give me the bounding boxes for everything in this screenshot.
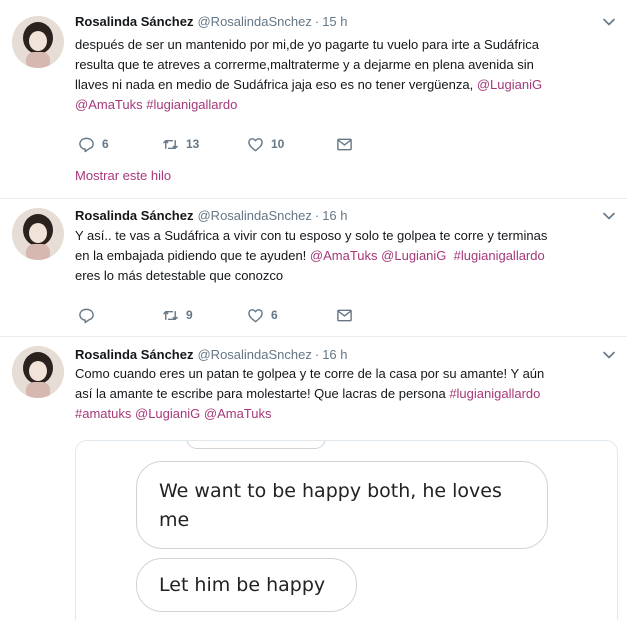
like-button[interactable]: 6 [247, 305, 278, 325]
show-thread-link[interactable]: Mostrar este hilo [75, 166, 171, 186]
tweet-text-segment: en la embajada pidiendo que te ayuden! [75, 248, 310, 263]
retweet-icon [163, 139, 178, 149]
separator: · [314, 208, 320, 223]
tweet-text-segment: después de ser un mantenido por mi,de yo… [75, 37, 539, 52]
more-options-button[interactable] [602, 15, 616, 29]
envelope-icon [337, 138, 352, 150]
reply-icon [79, 137, 94, 152]
timestamp[interactable]: 16 h [322, 347, 347, 362]
hashtag-link[interactable]: #lugianigallardo [449, 386, 540, 401]
message-bubble: Let him be happy [136, 558, 357, 612]
avatar[interactable] [12, 208, 64, 260]
mention-link[interactable]: @AmaTuks [204, 406, 272, 421]
like-count: 10 [271, 137, 285, 151]
hashtag-link[interactable]: #amatuks [75, 406, 131, 421]
tweet-text-line: así la amante te escribe para molestarte… [75, 384, 615, 404]
reply-button[interactable]: 6 [78, 134, 109, 154]
avatar[interactable] [12, 346, 64, 398]
attached-image[interactable]: We want to be happy both, he loves me Le… [75, 440, 618, 620]
direct-message-button[interactable] [336, 134, 353, 154]
author-name[interactable]: Rosalinda Sánchez [75, 208, 193, 223]
tweet-text-line: @AmaTuks #lugianigallardo [75, 95, 615, 115]
retweet-count: 9 [186, 308, 193, 322]
author-name[interactable]: Rosalinda Sánchez [75, 14, 193, 29]
envelope-icon [337, 309, 352, 321]
tweet-text-line: en la embajada pidiendo que te ayuden! @… [75, 246, 615, 266]
direct-message-button[interactable] [336, 305, 353, 325]
tweet-header: Rosalinda Sánchez @RosalindaSnchez · 16 h [75, 345, 348, 365]
hashtag-link[interactable]: #lugianigallardo [454, 248, 545, 263]
profile-photo-icon [12, 346, 64, 398]
tweet-text-segment: Y así.. te vas a Sudáfrica a vivir con t… [75, 228, 548, 243]
tweet-text-line: después de ser un mantenido por mi,de yo… [75, 35, 615, 55]
heart-icon [248, 137, 263, 151]
more-options-button[interactable] [602, 209, 616, 223]
timestamp[interactable]: 15 h [322, 14, 347, 29]
mention-link[interactable]: @LugianiG [477, 77, 542, 92]
reply-button[interactable] [78, 305, 102, 325]
profile-photo-icon [12, 16, 64, 68]
tweet-text: Como cuando eres un patan te golpea y te… [75, 364, 615, 424]
tweet-text-line: Como cuando eres un patan te golpea y te… [75, 364, 615, 384]
reply-count: 6 [102, 137, 109, 151]
reply-icon [79, 308, 94, 323]
more-options-button[interactable] [602, 348, 616, 362]
tweet-text-segment: llaves ni nada en medio de Sudáfrica jaj… [75, 77, 477, 92]
chevron-down-icon [603, 18, 615, 26]
like-count: 6 [271, 308, 278, 322]
retweet-button[interactable]: 9 [162, 305, 193, 325]
separator: · [314, 347, 320, 362]
retweet-count: 13 [186, 137, 200, 151]
author-handle[interactable]: @RosalindaSnchez [197, 14, 311, 29]
tweet-text-segment: eres lo más detestable que conozco [75, 268, 284, 283]
message-bubble: We want to be happy both, he loves me [136, 461, 548, 549]
tweet-text: después de ser un mantenido por mi,de yo… [75, 35, 615, 115]
timestamp[interactable]: 16 h [322, 208, 347, 223]
mention-link[interactable]: @AmaTuks [75, 97, 143, 112]
author-handle[interactable]: @RosalindaSnchez [197, 347, 311, 362]
chevron-down-icon [603, 351, 615, 359]
tweet-text-line: resulta que te atreves a correrme,maltra… [75, 55, 615, 75]
mention-link[interactable]: @LugianiG [135, 406, 200, 421]
tweet-header: Rosalinda Sánchez @RosalindaSnchez · 16 h [75, 206, 348, 226]
heart-icon [248, 308, 263, 322]
like-button[interactable]: 10 [247, 134, 284, 154]
author-name[interactable]: Rosalinda Sánchez [75, 347, 193, 362]
mention-link[interactable]: @LugianiG [381, 248, 446, 263]
retweet-button[interactable]: 13 [162, 134, 199, 154]
chevron-down-icon [603, 212, 615, 220]
avatar[interactable] [12, 16, 64, 68]
hashtag-link[interactable]: #lugianigallardo [146, 97, 237, 112]
profile-photo-icon [12, 208, 64, 260]
author-handle[interactable]: @RosalindaSnchez [197, 208, 311, 223]
tweet-text-line: Y así.. te vas a Sudáfrica a vivir con t… [75, 226, 615, 246]
tweet-text-line: llaves ni nada en medio de Sudáfrica jaj… [75, 75, 615, 95]
tweet-1[interactable]: Rosalinda Sánchez @RosalindaSnchez · 15 h d… [0, 0, 627, 198]
tweet-text-line: #amatuks @LugianiG @AmaTuks [75, 404, 615, 424]
tweet-text-line: eres lo más detestable que conozco [75, 266, 615, 286]
tweet-2[interactable]: Rosalinda Sánchez @RosalindaSnchez · 16 h Y… [0, 199, 627, 336]
cropped-message-bubble [186, 441, 326, 449]
tweet-text-segment: Como cuando eres un patan te golpea y te… [75, 366, 545, 381]
tweet-text: Y así.. te vas a Sudáfrica a vivir con t… [75, 226, 615, 286]
tweet-text-segment [446, 248, 453, 263]
separator: · [314, 14, 320, 29]
mention-link[interactable]: @AmaTuks [310, 248, 378, 263]
tweet-text-segment: así la amante te escribe para molestarte… [75, 386, 450, 401]
retweet-icon [163, 310, 178, 320]
tweet-text-segment: resulta que te atreves a correrme,maltra… [75, 57, 534, 72]
tweet-header: Rosalinda Sánchez @RosalindaSnchez · 15 h [75, 12, 348, 32]
